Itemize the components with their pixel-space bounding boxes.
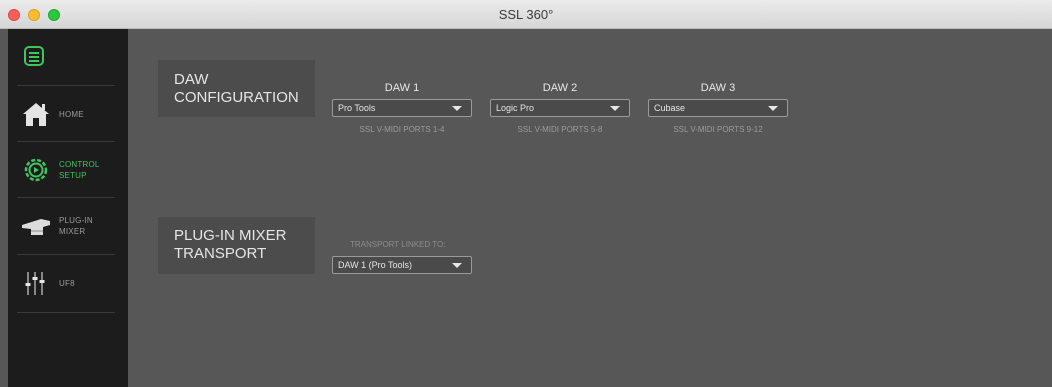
app-window: SSL 360° HOME CONTROL SETUP PLUG-IN MIXE… (0, 0, 1052, 387)
daw-2-ports-label: SSL V-MIDI PORTS 5-8 (517, 125, 603, 134)
daw-3-ports-label: SSL V-MIDI PORTS 9-12 (673, 125, 763, 134)
daw-1-heading: DAW 1 (384, 82, 420, 94)
sidebar-item-home[interactable]: HOME (8, 86, 128, 141)
dropdown-value: DAW 1 (Pro Tools) (338, 260, 413, 270)
chevron-down-icon (610, 106, 620, 111)
plugin-mixer-icon (22, 219, 50, 235)
chevron-down-icon (452, 263, 462, 268)
faders-icon (25, 272, 45, 295)
daw-3-dropdown[interactable]: Cubase (648, 99, 788, 117)
daw-1-ports-label: SSL V-MIDI PORTS 1-4 (359, 125, 445, 134)
dropdown-value: Pro Tools (338, 103, 376, 113)
sidebar-item-plugin-mixer[interactable]: PLUG-IN MIXER (8, 198, 128, 253)
sidebar-item-label: UF8 (59, 279, 75, 288)
section-title: DAW CONFIGURATION (174, 71, 299, 107)
daw-2-heading: DAW 2 (542, 82, 578, 94)
sidebar: HOME CONTROL SETUP PLUG-IN MIXER UF8 (8, 29, 128, 387)
window-title: SSL 360° (498, 7, 554, 22)
dropdown-value: Logic Pro (496, 103, 535, 113)
section-title-line1: DAW (174, 71, 209, 88)
daw-3-heading: DAW 3 (700, 82, 736, 94)
daw-2-dropdown[interactable]: Logic Pro (490, 99, 630, 117)
sidebar-item-label: PLUG-IN (59, 216, 93, 225)
chevron-down-icon (768, 106, 778, 111)
transport-linked-label: TRANSPORT LINKED TO: (350, 240, 446, 249)
plugin-mixer-transport-header: PLUG-IN MIXER TRANSPORT (158, 217, 315, 274)
main-content: DAW CONFIGURATION DAW 1 Pro Tools SSL V-… (128, 29, 1052, 387)
transport-linked-dropdown[interactable]: DAW 1 (Pro Tools) (332, 256, 472, 274)
section-title-line2: TRANSPORT (174, 245, 267, 262)
sidebar-item-label-line2: MIXER (59, 227, 86, 236)
home-icon (23, 103, 49, 126)
gear-icon (24, 158, 48, 182)
section-title-line2: CONFIGURATION (174, 89, 299, 106)
sidebar-item-label: CONTROL (59, 160, 100, 169)
chevron-down-icon (452, 106, 462, 111)
sidebar-item-control-setup[interactable]: CONTROL SETUP (8, 142, 128, 197)
section-title: PLUG-IN MIXER TRANSPORT (174, 227, 287, 263)
sidebar-item-label: HOME (59, 110, 84, 119)
title-bar: SSL 360° (0, 0, 1052, 29)
sidebar-item-uf8[interactable]: UF8 (8, 255, 128, 310)
sidebar-divider (17, 312, 115, 313)
section-title-line1: PLUG-IN MIXER (174, 227, 287, 244)
dropdown-value: Cubase (654, 103, 686, 113)
daw-1-dropdown[interactable]: Pro Tools (332, 99, 472, 117)
sidebar-item-label-line2: SETUP (59, 171, 87, 180)
daw-configuration-header: DAW CONFIGURATION (158, 60, 315, 117)
hamburger-menu-icon[interactable] (24, 46, 44, 66)
